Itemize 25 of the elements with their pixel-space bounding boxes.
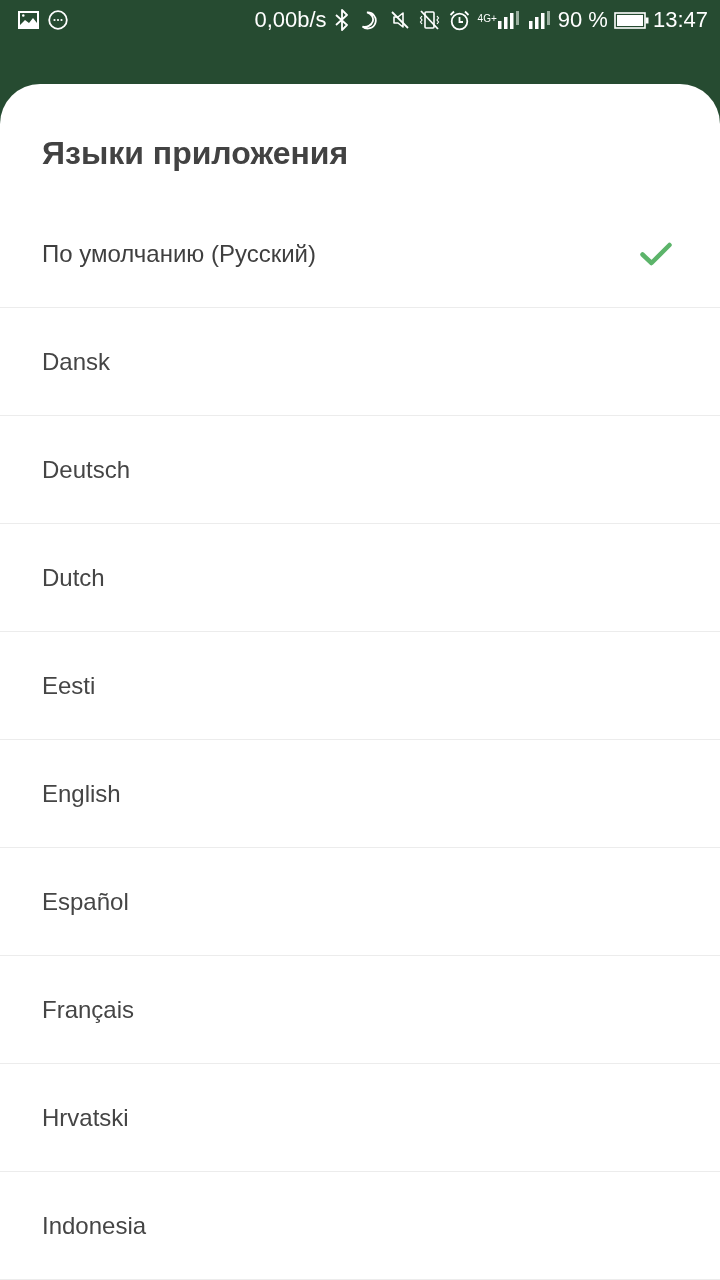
signal-icon [527, 11, 551, 29]
network-type: 4G+ [477, 14, 497, 24]
language-option[interactable]: Español [0, 848, 720, 956]
bluetooth-icon [334, 9, 349, 31]
clock-time: 13:47 [652, 9, 708, 31]
alarm-clock-icon [448, 9, 470, 31]
sheet-title: Языки приложения [42, 134, 349, 172]
language-option[interactable]: Deutsch [0, 416, 720, 524]
language-option[interactable]: По умолчанию (Русский) [0, 200, 720, 308]
language-option[interactable]: Dansk [0, 308, 720, 416]
vibrate-off-icon [418, 10, 440, 30]
language-option[interactable]: Français [0, 956, 720, 1064]
language-option[interactable]: English [0, 740, 720, 848]
language-option[interactable]: Indonesia [0, 1172, 720, 1280]
signal-icon [496, 11, 520, 29]
more-icon [48, 10, 68, 30]
battery-icon [613, 11, 649, 29]
network-speed: 0,00b/s [254, 9, 327, 31]
battery-percentage: 90 % [557, 9, 608, 31]
language-option[interactable]: Eesti [0, 632, 720, 740]
language-option[interactable]: Dutch [0, 524, 720, 632]
language-option[interactable]: Hrvatski [0, 1064, 720, 1172]
muted-speaker-icon [390, 11, 409, 29]
image-icon [18, 11, 39, 29]
moon-icon [360, 10, 379, 30]
